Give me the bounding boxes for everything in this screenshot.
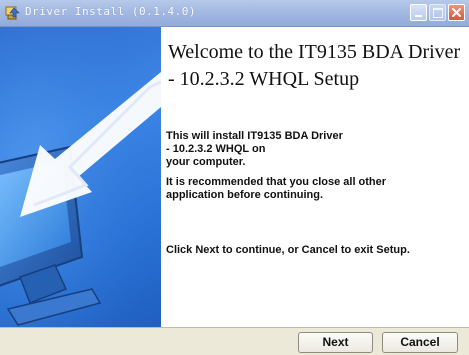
recommendation-line: application before continuing. [166, 189, 324, 201]
recommendation-line: It is recommended that you close all oth… [166, 176, 387, 188]
close-button[interactable] [448, 4, 465, 21]
welcome-panel: Welcome to the IT9135 BDA Driver - 10.2.… [161, 27, 469, 327]
next-button[interactable]: Next [298, 332, 373, 353]
install-description: This will install IT9135 BDA Driver - 10… [166, 130, 466, 169]
title-bar[interactable]: Driver Install (0.1.4.0) [0, 0, 469, 27]
continue-instruction: Click Next to continue, or Cancel to exi… [166, 244, 466, 257]
minimize-button[interactable] [410, 4, 427, 21]
monitor-arrow-illustration [0, 27, 161, 327]
window-title: Driver Install (0.1.4.0) [25, 5, 196, 18]
close-icon [452, 8, 461, 17]
welcome-heading: Welcome to the IT9135 BDA Driver - 10.2.… [168, 41, 461, 90]
install-description-line: your computer. [166, 156, 246, 168]
close-apps-recommendation: It is recommended that you close all oth… [166, 176, 466, 202]
button-bar: Next Cancel [0, 327, 469, 355]
install-description-line: This will install IT9135 BDA Driver [166, 130, 343, 142]
cancel-button[interactable]: Cancel [382, 332, 458, 353]
instruction-line: Click Next to continue, or Cancel to exi… [166, 244, 410, 256]
wizard-banner [0, 27, 161, 327]
install-description-line: - 10.2.3.2 WHQL on [166, 143, 266, 155]
installer-window: Driver Install (0.1.4.0) Welcome to the … [0, 0, 469, 355]
maximize-button[interactable] [429, 4, 446, 21]
installer-icon [4, 5, 20, 21]
